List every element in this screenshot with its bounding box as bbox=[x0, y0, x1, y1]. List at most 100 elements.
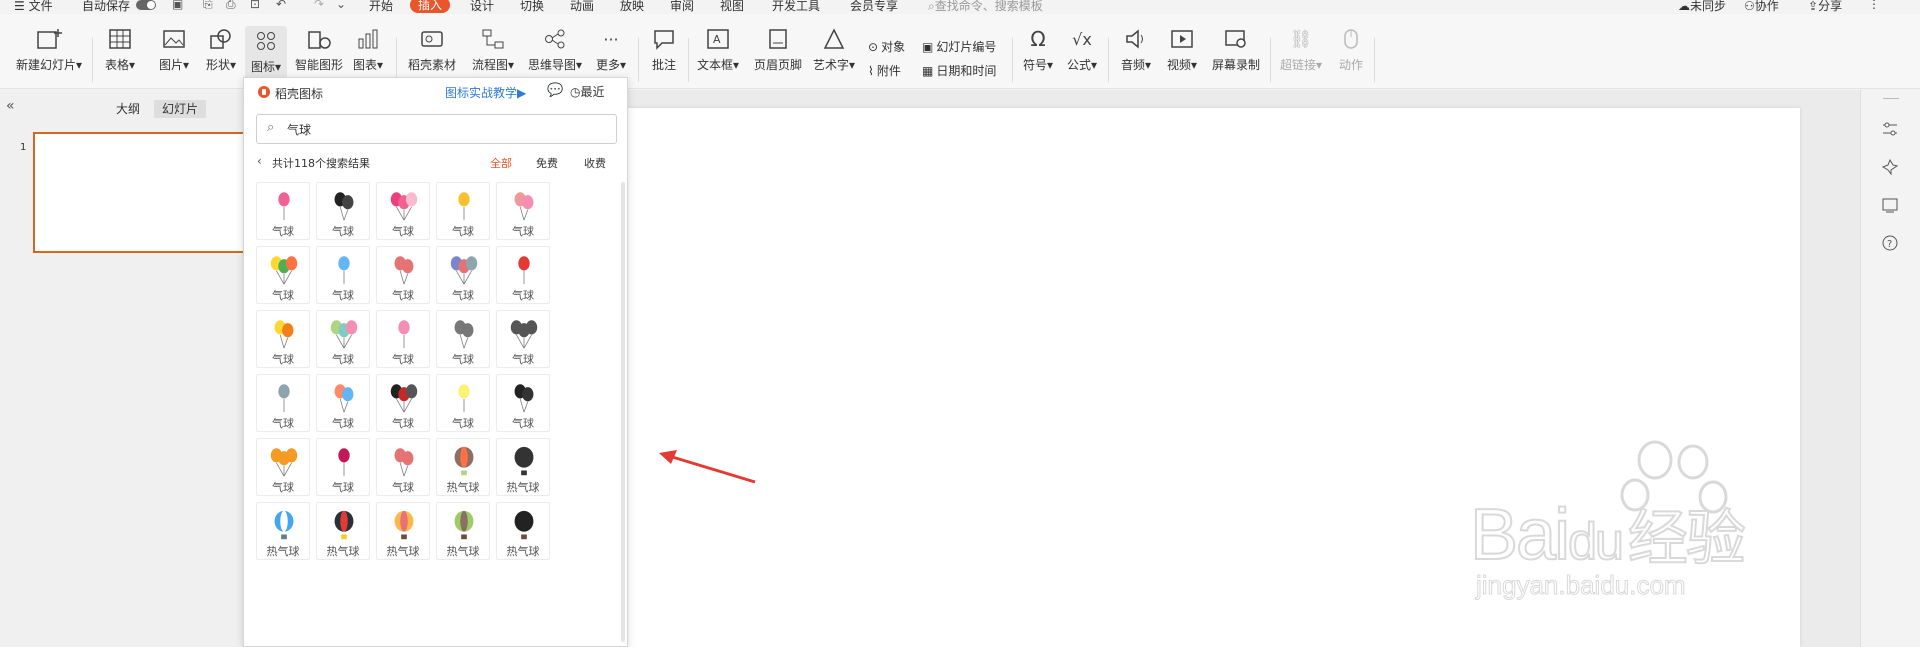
action-button[interactable]: 动作 bbox=[1334, 24, 1368, 73]
icon-result-item[interactable]: 气球 bbox=[496, 246, 550, 304]
tutorial-link[interactable]: 图标实战教学▶ bbox=[445, 84, 526, 101]
icon-result-item[interactable]: 热气球 bbox=[496, 502, 550, 560]
chart-button[interactable]: 图表▾ bbox=[350, 24, 386, 73]
icon-result-item[interactable]: 热气球 bbox=[436, 502, 490, 560]
attachment-button[interactable]: ⌇ 附件 bbox=[868, 62, 901, 79]
icon-result-item[interactable]: 热气球 bbox=[316, 502, 370, 560]
icon-result-item[interactable]: 气球 bbox=[316, 310, 370, 368]
date-time-button[interactable]: ▦ 日期和时间 bbox=[922, 62, 996, 79]
icon-result-item[interactable]: 气球 bbox=[316, 246, 370, 304]
shape-button[interactable]: 形状▾ bbox=[200, 24, 242, 73]
tab-design[interactable]: 设计 bbox=[470, 0, 494, 14]
smart-art-button[interactable]: 智能图形 bbox=[292, 24, 346, 73]
icon-search-input[interactable] bbox=[287, 119, 607, 139]
tab-slides[interactable]: 幻灯片 bbox=[154, 100, 207, 118]
tab-animation[interactable]: 动画 bbox=[570, 0, 594, 14]
print-icon[interactable]: ⎙ bbox=[226, 0, 236, 12]
icon-result-item[interactable]: 气球 bbox=[436, 374, 490, 432]
tab-developer[interactable]: 开发工具 bbox=[772, 0, 820, 14]
header-footer-button[interactable]: 页眉页脚 bbox=[752, 24, 804, 73]
formula-button[interactable]: √x 公式▾ bbox=[1062, 24, 1102, 73]
icon-result-item[interactable]: 气球 bbox=[376, 182, 430, 240]
comment-button[interactable]: 批注 bbox=[646, 24, 682, 73]
icon-result-item[interactable]: 气球 bbox=[256, 438, 310, 496]
popup-scrollbar[interactable] bbox=[621, 182, 625, 642]
command-search[interactable]: ⌕查找命令、搜索模板 bbox=[928, 0, 1043, 14]
collapse-icon[interactable]: « bbox=[6, 98, 15, 114]
audio-button[interactable]: 音频▾ bbox=[1116, 24, 1156, 73]
number-icon: ▣ bbox=[922, 39, 934, 54]
icon-result-item[interactable]: 气球 bbox=[376, 246, 430, 304]
share-button[interactable]: ⇪分享 bbox=[1808, 0, 1842, 14]
textbox-button[interactable]: A 文本框▾ bbox=[694, 24, 742, 73]
tab-member[interactable]: 会员专享 bbox=[850, 0, 898, 14]
tab-outline[interactable]: 大纲 bbox=[108, 100, 148, 118]
icon-result-item[interactable]: 热气球 bbox=[496, 438, 550, 496]
pin-icon[interactable] bbox=[1881, 158, 1899, 176]
filter-paid[interactable]: 收费 bbox=[584, 155, 606, 171]
icon-result-item[interactable]: 气球 bbox=[376, 374, 430, 432]
icon-result-item[interactable]: 气球 bbox=[256, 246, 310, 304]
icon-result-item[interactable]: 气球 bbox=[256, 310, 310, 368]
icon-result-item[interactable]: 气球 bbox=[316, 182, 370, 240]
icon-result-item[interactable]: 气球 bbox=[376, 438, 430, 496]
tab-slideshow[interactable]: 放映 bbox=[620, 0, 644, 14]
back-chevron-icon[interactable]: ‹ bbox=[257, 154, 262, 168]
help-icon[interactable]: ? bbox=[1881, 234, 1899, 252]
recent-button[interactable]: ◷最近 bbox=[570, 83, 605, 100]
slide-thumbnail[interactable] bbox=[33, 132, 245, 253]
icon-result-item[interactable]: 热气球 bbox=[376, 502, 430, 560]
icon-result-item[interactable]: 热气球 bbox=[256, 502, 310, 560]
tab-insert[interactable]: 插入 bbox=[410, 0, 451, 13]
window-icon[interactable] bbox=[1881, 196, 1899, 214]
hyperlink-button[interactable]: ⛓ 超链接▾ bbox=[1278, 24, 1324, 73]
customize-icon[interactable]: ⌄ bbox=[336, 0, 346, 11]
redo-icon[interactable]: ↷ bbox=[314, 0, 324, 11]
icon-result-item[interactable]: 气球 bbox=[316, 438, 370, 496]
icon-result-item[interactable]: 气球 bbox=[256, 182, 310, 240]
filter-all[interactable]: 全部 bbox=[490, 155, 512, 171]
video-button[interactable]: 视频▾ bbox=[1162, 24, 1202, 73]
more-options-icon[interactable]: ⋮ bbox=[1868, 0, 1880, 11]
collab-button[interactable]: ⚇协作 bbox=[1744, 0, 1779, 14]
flowchart-button[interactable]: 流程图▾ bbox=[468, 24, 518, 73]
docer-material-button[interactable]: 稻壳素材 bbox=[405, 24, 459, 73]
slide-number-button[interactable]: ▣ 幻灯片编号 bbox=[922, 38, 996, 55]
filter-free[interactable]: 免费 bbox=[536, 155, 558, 171]
preview-icon[interactable]: ⊡ bbox=[250, 0, 260, 11]
symbol-button[interactable]: Ω 符号▾ bbox=[1018, 24, 1058, 73]
icon-result-item[interactable]: 气球 bbox=[256, 374, 310, 432]
save-icon[interactable]: ▣ bbox=[172, 0, 183, 11]
more-button[interactable]: ··· 更多▾ bbox=[592, 24, 630, 73]
new-slide-icon bbox=[10, 24, 88, 54]
feedback-icon[interactable]: 💬 bbox=[547, 83, 563, 98]
icon-result-item[interactable]: 热气球 bbox=[436, 438, 490, 496]
icon-result-item[interactable]: 气球 bbox=[436, 310, 490, 368]
autosave-toggle[interactable] bbox=[136, 0, 156, 10]
picture-button[interactable]: 图片▾ bbox=[156, 24, 192, 73]
tab-review[interactable]: 审阅 bbox=[670, 0, 694, 14]
undo-icon[interactable]: ↶ bbox=[276, 0, 286, 11]
icon-result-item[interactable]: 气球 bbox=[496, 374, 550, 432]
icon-result-item[interactable]: 气球 bbox=[436, 182, 490, 240]
export-icon[interactable]: ⎘ bbox=[203, 0, 213, 12]
sync-status[interactable]: ☁未同步 bbox=[1678, 0, 1726, 14]
icon-result-item[interactable]: 气球 bbox=[496, 310, 550, 368]
menu-button[interactable]: ☰ 文件 bbox=[14, 0, 53, 14]
new-slide-button[interactable]: 新建幻灯片▾ bbox=[10, 24, 88, 73]
tab-home[interactable]: 开始 bbox=[369, 0, 393, 14]
icon-result-item[interactable]: 气球 bbox=[436, 246, 490, 304]
divider bbox=[396, 38, 397, 82]
table-button[interactable]: 表格▾ bbox=[100, 24, 140, 73]
mindmap-button[interactable]: 思维导图▾ bbox=[526, 24, 584, 73]
tab-transition[interactable]: 切换 bbox=[520, 0, 544, 14]
wordart-button[interactable]: 艺术字▾ bbox=[810, 24, 858, 73]
object-button[interactable]: ⊙ 对象 bbox=[868, 38, 905, 55]
settings-sliders-icon[interactable] bbox=[1881, 120, 1899, 138]
screen-record-button[interactable]: 屏幕录制 bbox=[1210, 24, 1262, 73]
tab-view[interactable]: 视图 bbox=[720, 0, 744, 14]
icon-result-item[interactable]: 气球 bbox=[376, 310, 430, 368]
icon-result-item[interactable]: 气球 bbox=[316, 374, 370, 432]
icon-search-box[interactable]: ⌕ bbox=[256, 114, 617, 144]
icon-result-item[interactable]: 气球 bbox=[496, 182, 550, 240]
